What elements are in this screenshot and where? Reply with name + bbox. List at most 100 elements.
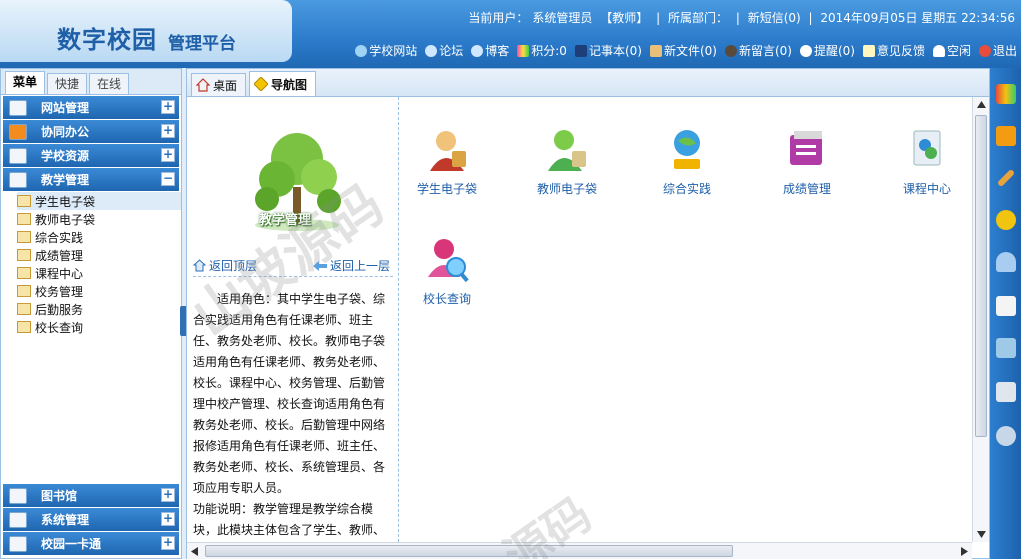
scroll-up-icon[interactable] [977,101,986,108]
forum-icon [425,44,438,57]
folder-icon [17,267,31,279]
header: 数字校园 管理平台 当前用户： 系统管理员 【教师】 | 所属部门： | 新短信(… [0,0,1021,68]
grades-icon [790,131,822,165]
menu-website-admin[interactable]: 网站管理 + [3,96,179,119]
logo-title: 数字校园 [57,26,157,54]
submenu-grades[interactable]: 成绩管理 [17,246,181,264]
notebook-icon [574,44,587,57]
new-sms-link[interactable]: 新短信(0) [748,11,801,25]
system-icon [9,511,27,528]
folder-icon [17,321,31,333]
tab-menu[interactable]: 菜单 [5,71,45,94]
toolbar-points[interactable]: 积分:0 [517,42,567,59]
dept-label: 所属部门： [667,11,728,25]
app-grades[interactable]: 成绩管理 [767,127,847,197]
horizontal-scroll-thumb[interactable] [205,545,733,557]
expand-icon[interactable]: + [161,512,175,526]
app-teacher-bag[interactable]: 教师电子袋 [527,127,607,197]
toolbar-blog[interactable]: 博客 [471,42,509,59]
pencil-icon[interactable] [996,168,1016,188]
app-course-center[interactable]: 课程中心 [887,127,967,197]
toolbar-logout[interactable]: 退出 [978,42,1017,59]
submenu-school-affairs[interactable]: 校务管理 [17,282,181,300]
settings-gear-icon[interactable] [996,426,1016,446]
points-icon [517,44,530,57]
vertical-scrollbar[interactable] [972,97,989,542]
menu-school-resources[interactable]: 学校资源 + [3,144,179,167]
toolbar-reminder[interactable]: 提醒(0) [799,42,855,59]
app-student-bag[interactable]: 学生电子袋 [407,127,487,197]
nav-map-icon [254,77,269,91]
message-icon [724,44,737,57]
menu-system-admin[interactable]: 系统管理 + [3,508,179,531]
tab-online[interactable]: 在线 [89,73,129,94]
vertical-scroll-thumb[interactable] [975,115,987,437]
submenu-teacher-bag[interactable]: 教师电子袋 [17,210,181,228]
globe-icon [355,44,368,57]
rss-icon [9,123,27,140]
course-icon [913,130,941,166]
module-description: 适用角色：其中学生电子袋、综合实践适用角色有任课老师、班主任、教务处老师、校长。… [193,289,393,541]
key-icon[interactable] [996,210,1016,230]
user-icon[interactable] [996,252,1016,272]
current-user: 系统管理员 [532,11,593,25]
tab-desktop[interactable]: 桌面 [191,73,247,96]
menu-library[interactable]: 图书馆 + [3,484,179,507]
submenu-logistics[interactable]: 后勤服务 [17,300,181,318]
submenu-practice[interactable]: 综合实践 [17,228,181,246]
app-principal-query[interactable]: 校长查询 [407,237,487,307]
horizontal-scrollbar[interactable] [187,542,972,559]
home-small-icon [193,259,206,272]
toolbar-school-site[interactable]: 学校网站 [355,42,417,59]
expand-icon[interactable]: + [161,488,175,502]
toolbar-user-status[interactable]: 空闲 [932,42,971,59]
eraser-icon[interactable] [996,126,1016,146]
expand-icon[interactable]: + [161,148,175,162]
toolbar-notebook[interactable]: 记事本(0) [574,42,642,59]
tab-shortcut[interactable]: 快捷 [47,73,87,94]
scroll-down-icon[interactable] [977,531,986,538]
folder-icon [17,231,31,243]
teacher-bag-icon [548,130,586,171]
toolbar-new-message[interactable]: 新留言(0) [724,42,792,59]
expand-icon[interactable]: + [161,100,175,114]
download-icon[interactable] [996,338,1016,358]
submenu-course-center[interactable]: 课程中心 [17,264,181,282]
website-admin-icon [9,99,27,116]
printer-icon[interactable] [996,382,1016,402]
back-to-top-link[interactable]: 返回顶层 [193,257,257,274]
back-up-link[interactable]: 返回上一层 [313,257,390,274]
menu-teaching-admin[interactable]: 教学管理 − [3,168,179,191]
collapse-icon[interactable]: − [161,172,175,186]
expand-icon[interactable]: + [161,536,175,550]
back-arrow-icon [313,260,327,271]
principal-query-icon [428,239,469,283]
main-tabs: 桌面 导航图 [187,69,989,97]
teaching-submenu: 学生电子袋 教师电子袋 综合实践 成绩管理 课程中心 校务管理 后勤服务 校长查… [1,192,181,336]
books-icon[interactable] [996,84,1016,104]
app-practice[interactable]: 综合实践 [647,127,727,197]
submenu-student-bag[interactable]: 学生电子袋 [17,192,181,210]
scroll-right-icon[interactable] [961,547,968,556]
toolbar-feedback[interactable]: 意见反馈 [862,42,925,59]
scroll-left-icon[interactable] [191,547,198,556]
menu-campus-card[interactable]: 校园一卡通 + [3,532,179,555]
tab-nav-map[interactable]: 导航图 [249,71,317,96]
toolbar-new-file[interactable]: 新文件(0) [649,42,717,59]
menu-collab-office[interactable]: 协同办公 + [3,120,179,143]
document-icon[interactable] [996,296,1016,316]
folder-icon [17,213,31,225]
card-icon [9,535,27,552]
user-role: 【教师】 [600,11,649,25]
folder-icon [17,195,31,207]
library-icon [9,487,27,504]
folder-icon [17,303,31,315]
status-line: 当前用户： 系统管理员 【教师】 | 所属部门： | 新短信(0) | 2014年… [468,11,1015,25]
toolbar-forum[interactable]: 论坛 [425,42,463,59]
home-icon [196,78,210,92]
folder-icon [17,249,31,261]
nav-links: 返回顶层 返回上一层 [193,257,393,277]
expand-icon[interactable]: + [161,124,175,138]
submenu-principal-query[interactable]: 校长查询 [17,318,181,336]
folder-icon [17,285,31,297]
